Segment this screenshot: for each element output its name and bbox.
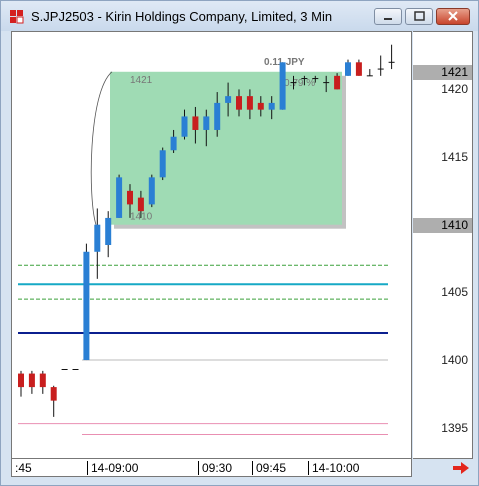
close-icon [448, 11, 458, 21]
price-tick-label: 1405 [441, 285, 468, 300]
candle-up [105, 217, 112, 245]
box-top-price-label: 1421 [130, 75, 153, 86]
trading-app-icon [10, 10, 24, 24]
chart-plot-area[interactable]: 142114100.11 JPY0.79 % [11, 31, 412, 459]
candle-up [170, 136, 177, 151]
arrow-right-icon[interactable] [453, 462, 469, 474]
candle-up [116, 177, 123, 218]
title-bar[interactable]: S.JPJ2503 - Kirin Holdings Company, Limi… [1, 1, 478, 31]
minimize-button[interactable] [374, 8, 402, 25]
candle-up [83, 251, 90, 361]
price-marker-label: 1410 [413, 217, 472, 233]
window-title: S.JPJ2503 - Kirin Holdings Company, Limi… [31, 9, 333, 24]
price-tick-label: 1415 [441, 150, 468, 165]
candle-down [334, 75, 341, 90]
candle-down [257, 102, 264, 110]
candle-down [50, 387, 57, 401]
time-tick-label: 14-10:00 [308, 461, 359, 475]
price-chart[interactable]: 142114100.11 JPY0.79 % [12, 32, 411, 458]
candle-down [355, 62, 362, 76]
time-tick-label: :45 [15, 461, 32, 475]
price-axis[interactable]: 14201415141014051400139514211410 [413, 31, 473, 459]
price-tick-label: 1420 [441, 82, 468, 97]
candle-up [268, 102, 275, 110]
candle-down [28, 373, 35, 388]
time-axis[interactable]: :45 14-09:00 09:30 09:45 14-10:00 [11, 459, 412, 477]
candle-up [214, 102, 221, 130]
candle-down [246, 96, 253, 110]
price-tick-label: 1395 [441, 420, 468, 435]
measure-curve [90, 71, 113, 225]
price-marker-label: 1421 [413, 64, 472, 80]
candle-up [345, 62, 351, 76]
price-tick-label: 1400 [441, 353, 468, 368]
candle-up [159, 150, 166, 178]
candle-down [39, 373, 46, 388]
candle-down [192, 116, 199, 130]
candle-up [94, 224, 101, 252]
time-tick-label: 14-09:00 [87, 461, 138, 475]
candle-up [148, 177, 155, 205]
candle-up [181, 116, 188, 137]
minimize-icon [384, 18, 392, 20]
candle-up [279, 62, 286, 110]
time-tick-label: 09:30 [198, 461, 232, 475]
measure-box [110, 71, 342, 225]
pct-label: 0.79 % [284, 78, 315, 89]
candle-down [18, 373, 24, 388]
chart-window: S.JPJ2503 - Kirin Holdings Company, Limi… [0, 0, 479, 486]
close-button[interactable] [436, 8, 470, 25]
candle-down [137, 197, 144, 212]
time-tick-label: 09:45 [252, 461, 286, 475]
candle-down [127, 190, 133, 205]
candle-down [236, 96, 242, 110]
maximize-icon [414, 11, 425, 21]
maximize-button[interactable] [405, 8, 433, 25]
candle-up [225, 96, 232, 103]
candle-up [203, 116, 210, 130]
